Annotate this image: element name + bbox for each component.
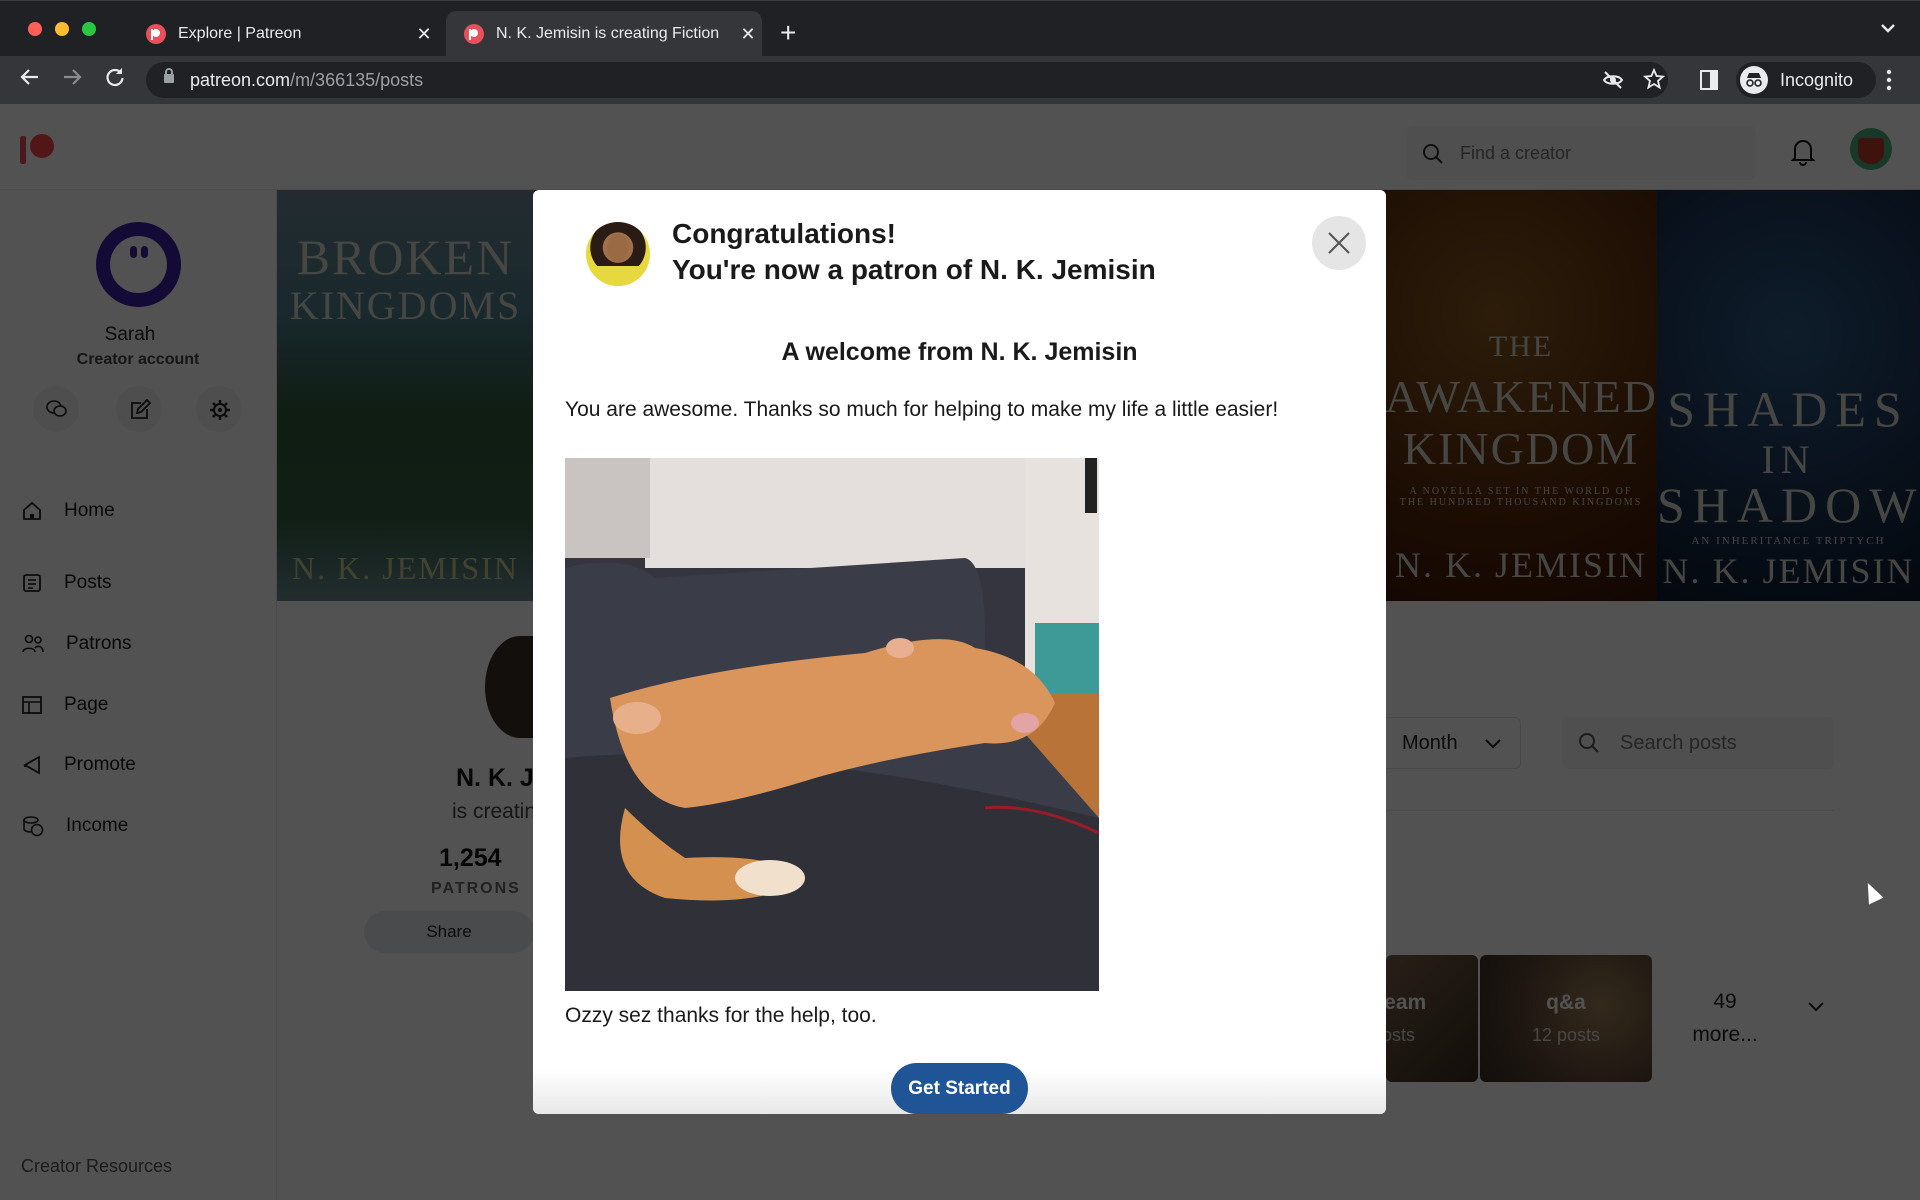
incognito-icon [1740,66,1768,94]
patreon-favicon-icon [146,24,166,44]
window-maximize-button[interactable] [82,22,96,36]
welcome-heading: A welcome from N. K. Jemisin [781,338,1138,366]
tab-nk-jemisin[interactable]: N. K. Jemisin is creating Fiction ✕ [446,11,762,57]
browser-tab-strip: Explore | Patreon ✕ N. K. Jemisin is cre… [0,0,1920,57]
bookmark-star-icon[interactable] [1642,67,1666,95]
browser-toolbar: patreon.com/m/366135/posts Incognito [0,56,1920,104]
lock-icon [164,68,174,83]
side-panel-icon[interactable] [1700,70,1718,95]
tab-explore-patreon[interactable]: Explore | Patreon ✕ [128,11,438,57]
tab-close-icon[interactable]: ✕ [734,24,762,45]
tab-title: N. K. Jemisin is creating Fiction [496,25,720,42]
close-button[interactable] [1312,216,1366,270]
forward-button[interactable] [58,66,86,94]
address-bar[interactable]: patreon.com/m/366135/posts [146,62,1668,98]
welcome-message: You are awesome. Thanks so much for help… [565,398,1279,421]
reload-button[interactable] [101,66,129,94]
modal-title-congrats: Congratulations! [672,218,896,249]
incognito-label: Incognito [1780,69,1854,90]
image-caption: Ozzy sez thanks for the help, too. [565,1004,877,1027]
url-text: patreon.com/m/366135/posts [190,70,424,90]
welcome-image-cat [565,458,1099,991]
modal-title-patron: You're now a patron of N. K. Jemisin [672,254,1156,285]
close-icon [1328,232,1350,254]
patron-welcome-modal: Congratulations! You're now a patron of … [533,190,1386,1114]
tab-title: Explore | Patreon [178,25,302,42]
browser-menu-icon[interactable] [1886,68,1892,97]
window-minimize-button[interactable] [55,22,69,36]
new-tab-button[interactable]: + [780,17,796,49]
patreon-favicon-icon [464,24,484,44]
back-button[interactable] [16,66,44,94]
window-close-button[interactable] [28,22,42,36]
tab-search-chevron-icon[interactable] [1880,21,1896,39]
tab-close-icon[interactable]: ✕ [410,24,438,45]
incognito-profile-button[interactable]: Incognito [1736,62,1876,98]
get-started-button[interactable]: Get Started [891,1063,1028,1114]
creator-avatar [586,222,650,286]
eye-off-icon[interactable] [1602,70,1624,95]
